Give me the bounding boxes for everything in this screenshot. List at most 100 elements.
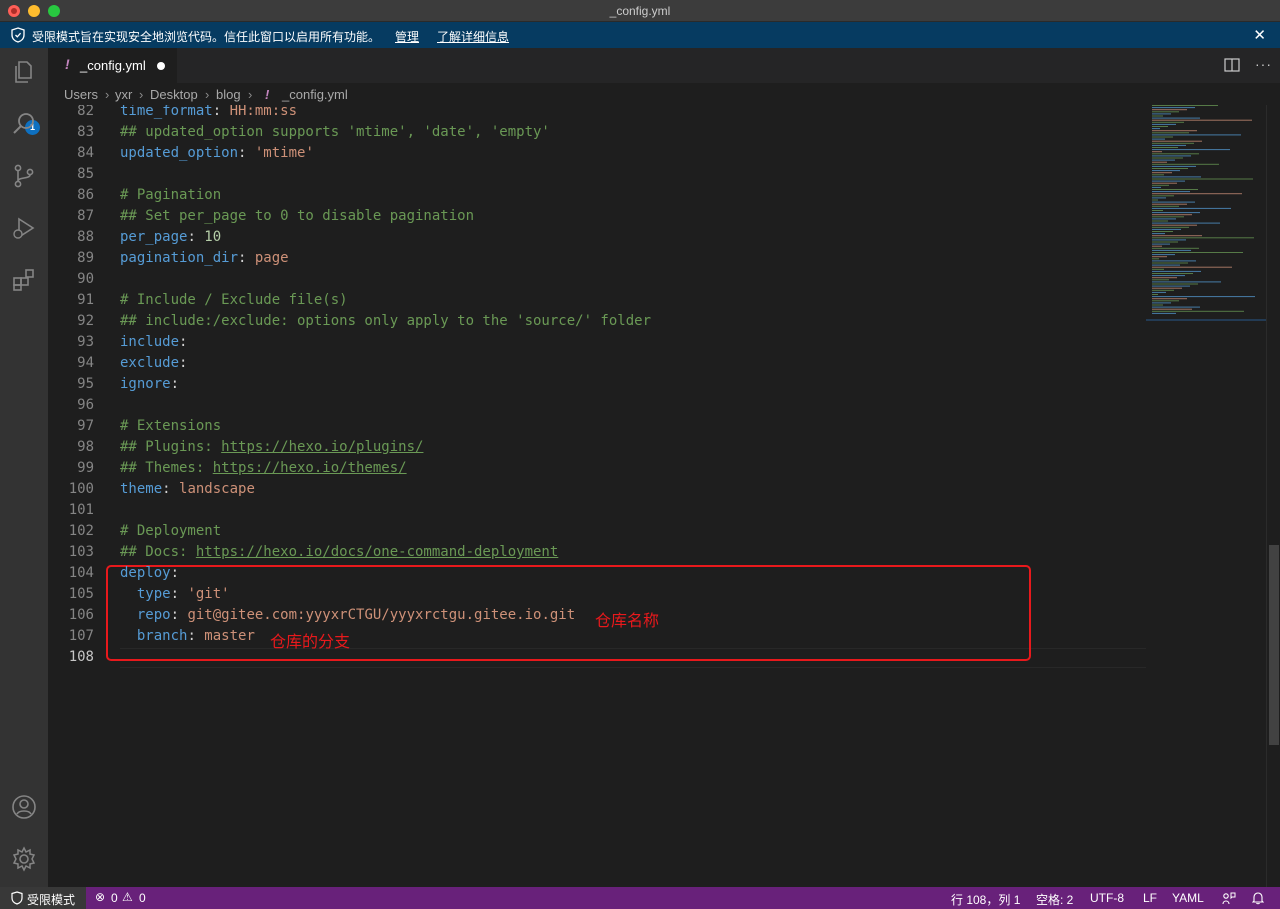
minimap-line	[1152, 159, 1175, 161]
minimap[interactable]	[1146, 105, 1266, 887]
search-icon[interactable]	[10, 110, 38, 138]
minimap-line	[1152, 201, 1195, 203]
shield-icon	[11, 891, 23, 905]
code-line[interactable]: 88 per_page: 10	[48, 227, 1146, 248]
feedback-icon[interactable]	[1222, 892, 1236, 905]
unsaved-dot-icon[interactable]	[157, 62, 165, 70]
line-number: 88	[77, 229, 94, 245]
line-number: 98	[77, 439, 94, 455]
minimap-line	[1152, 138, 1165, 140]
manage-link[interactable]: 管理	[395, 28, 419, 45]
code-line[interactable]: 86 # Pagination	[48, 185, 1146, 206]
learn-more-link[interactable]: 了解详细信息	[437, 28, 509, 45]
warning-count[interactable]: 0	[139, 891, 146, 905]
code-line[interactable]: 97 # Extensions	[48, 416, 1146, 437]
code-line[interactable]: 82 time_format: HH:mm:ss	[48, 105, 1146, 122]
line-number: 87	[77, 208, 94, 224]
line-number: 103	[68, 544, 94, 560]
language-mode[interactable]: YAML	[1172, 891, 1204, 905]
code-line[interactable]: 89 pagination_dir: page	[48, 248, 1146, 269]
error-count[interactable]: 0	[111, 891, 118, 905]
line-number: 102	[68, 523, 94, 539]
vertical-scrollbar[interactable]	[1266, 105, 1280, 887]
code-line[interactable]: 95 ignore:	[48, 374, 1146, 395]
gear-icon[interactable]	[10, 845, 38, 873]
code-line[interactable]: 102 # Deployment	[48, 521, 1146, 542]
minimap-line	[1152, 119, 1252, 121]
code-line[interactable]: 83 ## updated_option supports 'mtime', 'd…	[48, 122, 1146, 143]
breadcrumb-item[interactable]: blog	[216, 87, 241, 102]
code-editor[interactable]: 仓库名称 仓库的分支 82 time_format: HH:mm:ss 83 ## u…	[48, 105, 1146, 887]
code-line[interactable]: 108	[48, 647, 1146, 668]
code-line[interactable]: 98 ## Plugins: https://hexo.io/plugins/	[48, 437, 1146, 458]
minimap-line	[1152, 207, 1231, 209]
code-line[interactable]: 91 # Include / Exclude file(s)	[48, 290, 1146, 311]
breadcrumb-item[interactable]: _config.yml	[282, 87, 348, 102]
minimap-line	[1152, 109, 1187, 111]
code-line[interactable]: 87 ## Set per_page to 0 to disable pagina…	[48, 206, 1146, 227]
restricted-mode-indicator[interactable]: 受限模式	[0, 887, 86, 909]
minimap-line	[1152, 258, 1159, 260]
banner-message: 受限模式旨在实现安全地浏览代码。信任此窗口以启用所有功能。	[32, 30, 381, 44]
account-icon[interactable]	[10, 793, 38, 821]
minimap-line	[1152, 249, 1191, 251]
encoding[interactable]: UTF-8	[1090, 891, 1124, 905]
code-text: pagination_dir: page	[120, 250, 289, 266]
end-of-line[interactable]: LF	[1143, 891, 1157, 905]
tab-config-yml[interactable]: ! _config.yml	[48, 48, 178, 83]
minimap-line	[1152, 287, 1182, 289]
scrollbar-thumb[interactable]	[1269, 545, 1279, 745]
code-line[interactable]: 94 exclude:	[48, 353, 1146, 374]
code-line[interactable]: 92 ## include:/exclude: options only appl…	[48, 311, 1146, 332]
line-number: 108	[68, 649, 94, 665]
code-line[interactable]: 96	[48, 395, 1146, 416]
line-number: 85	[77, 166, 94, 182]
code-line[interactable]: 107 branch: master	[48, 626, 1146, 647]
code-line[interactable]: 99 ## Themes: https://hexo.io/themes/	[48, 458, 1146, 479]
bell-icon[interactable]	[1252, 891, 1264, 905]
minimap-line	[1152, 304, 1163, 306]
code-line[interactable]: 85	[48, 164, 1146, 185]
indentation[interactable]: 空格: 2	[1036, 891, 1073, 908]
minimap-line	[1152, 199, 1158, 201]
line-number: 93	[77, 334, 94, 350]
minimap-line	[1152, 289, 1174, 291]
minimap-line	[1152, 107, 1195, 109]
code-line[interactable]: 84 updated_option: 'mtime'	[48, 143, 1146, 164]
minimap-line	[1152, 197, 1166, 199]
minimap-line	[1152, 218, 1176, 220]
code-line[interactable]: 104 deploy:	[48, 563, 1146, 584]
breadcrumb-item[interactable]: yxr	[115, 87, 132, 102]
minimap-line	[1152, 121, 1184, 123]
chevron-right-icon: ›	[248, 87, 253, 102]
close-icon[interactable]: ✕	[1253, 26, 1266, 44]
code-line[interactable]: 93 include:	[48, 332, 1146, 353]
line-number: 92	[77, 313, 94, 329]
split-editor-icon[interactable]	[1224, 58, 1240, 72]
line-number: 94	[77, 355, 94, 371]
files-icon[interactable]	[10, 58, 38, 86]
source-control-icon[interactable]	[10, 162, 38, 190]
code-line[interactable]: 100 theme: landscape	[48, 479, 1146, 500]
minimap-line	[1152, 273, 1193, 274]
minimap-line	[1152, 132, 1189, 134]
run-debug-icon[interactable]	[10, 214, 38, 242]
breadcrumb-item[interactable]: Users	[64, 87, 98, 102]
restricted-mode-label: 受限模式	[27, 893, 76, 907]
code-text: updated_option: 'mtime'	[120, 145, 314, 161]
code-line[interactable]: 103 ## Docs: https://hexo.io/docs/one-com…	[48, 542, 1146, 563]
minimap-line	[1152, 151, 1162, 153]
minimap-line	[1152, 191, 1190, 193]
code-line[interactable]: 101	[48, 500, 1146, 521]
code-line[interactable]: 90	[48, 269, 1146, 290]
code-text: ## updated_option supports 'mtime', 'dat…	[120, 124, 550, 140]
minimap-line	[1152, 252, 1243, 253]
code-line[interactable]: 106 repo: git@gitee.com:yyyxrCTGU/yyyxrc…	[48, 605, 1146, 626]
line-number: 105	[68, 586, 94, 602]
extensions-icon[interactable]	[10, 266, 38, 294]
minimap-line	[1152, 168, 1188, 169]
breadcrumb-item[interactable]: Desktop	[150, 87, 198, 102]
code-line[interactable]: 105 type: 'git'	[48, 584, 1146, 605]
more-actions-icon[interactable]: ···	[1255, 56, 1272, 72]
cursor-position[interactable]: 行 108，列 1	[951, 891, 1020, 908]
